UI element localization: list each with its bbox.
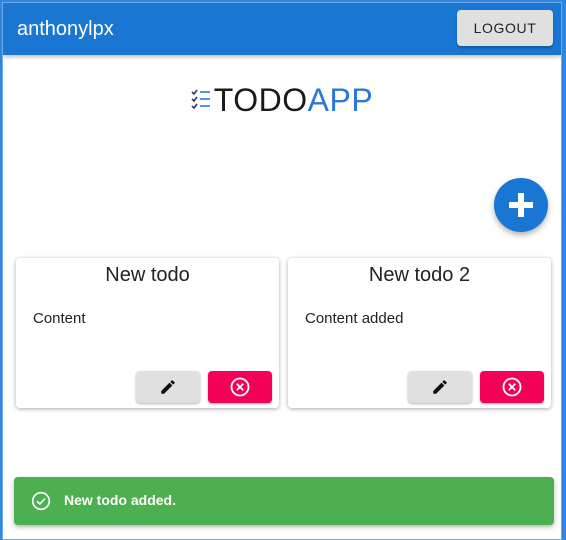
todo-title: New todo: [105, 264, 190, 286]
logout-button[interactable]: LOGOUT: [457, 10, 553, 46]
plus-icon: [509, 193, 533, 217]
delete-todo-button[interactable]: [480, 371, 544, 403]
delete-todo-button[interactable]: [208, 371, 272, 403]
success-snackbar: New todo added.: [14, 477, 554, 525]
todo-title: New todo 2: [368, 264, 471, 286]
todo-content: Content added: [305, 310, 404, 327]
app-bar: anthonylpx LOGOUT: [3, 3, 561, 55]
close-circle-icon: [502, 377, 522, 397]
todo-content: Content: [33, 310, 86, 327]
edit-todo-button[interactable]: [136, 371, 200, 403]
pencil-icon: [161, 380, 175, 394]
username-label: anthonylpx: [17, 18, 114, 40]
close-circle-icon: [230, 377, 250, 397]
app-window: anthonylpx LOGOUT TODO APP New todo Conte…: [2, 2, 562, 540]
todo-card: New todo 2 Content added: [288, 258, 551, 408]
app-logo: TODO APP: [3, 83, 561, 117]
snackbar-message: New todo added.: [64, 492, 176, 508]
logo-text-todo: TODO: [213, 82, 308, 118]
add-todo-button[interactable]: [494, 178, 548, 232]
edit-todo-button[interactable]: [408, 371, 472, 403]
todo-card: New todo Content: [16, 258, 279, 408]
pencil-icon: [433, 380, 447, 394]
check-circle-icon: [31, 491, 51, 511]
checklist-icon: [191, 89, 210, 110]
logo-text-app: APP: [307, 82, 374, 118]
